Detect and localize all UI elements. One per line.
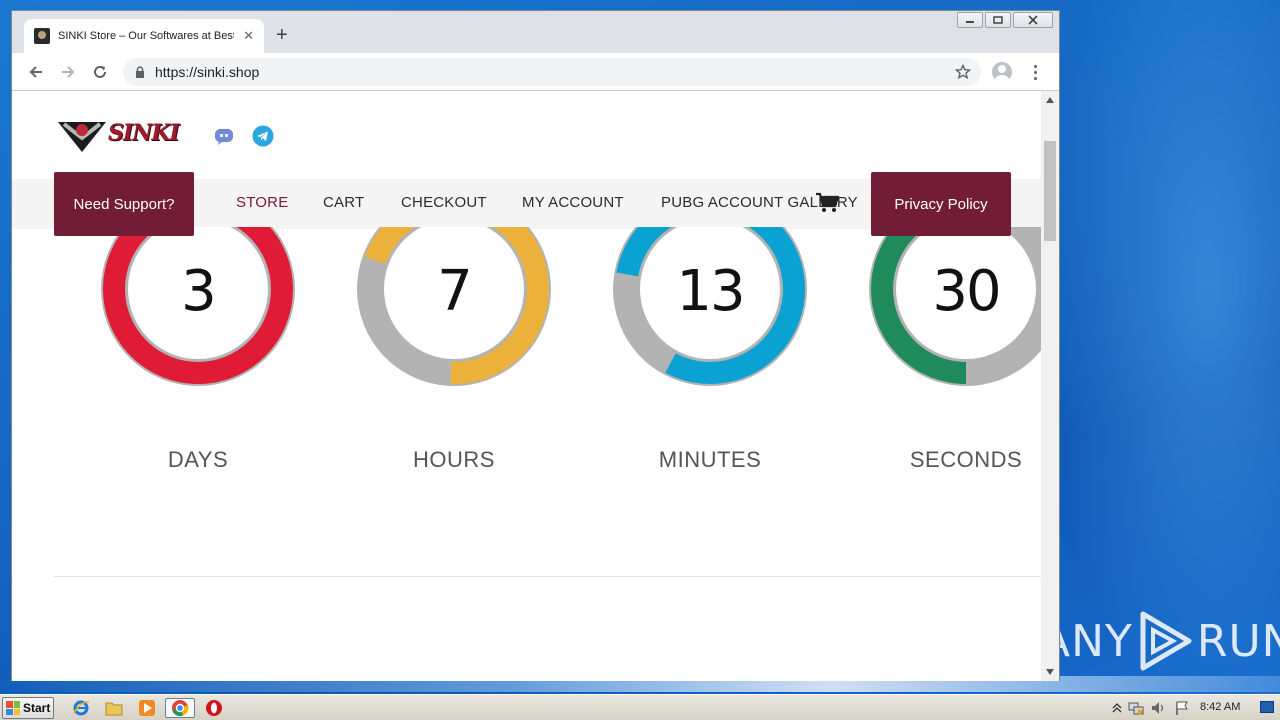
page-scrollbar[interactable] — [1041, 91, 1059, 681]
chrome-taskbar-icon[interactable] — [165, 698, 195, 718]
countdown-minutes-label: MINUTES — [658, 447, 762, 472]
forward-icon[interactable] — [58, 62, 78, 82]
nav-checkout[interactable]: CHECKOUT — [401, 194, 487, 211]
section-divider — [54, 576, 1041, 577]
discord-icon[interactable] — [213, 125, 235, 147]
minimize-button[interactable] — [957, 12, 983, 28]
show-desktop-icon[interactable] — [1260, 701, 1274, 713]
countdown-seconds-value: 30 — [932, 259, 1001, 324]
tab-title: SINKI Store – Our Softwares at Best — [58, 30, 234, 42]
countdown-minutes-value: 13 — [676, 259, 745, 324]
lock-icon — [136, 66, 144, 78]
anyrun-watermark: ANY RUN — [1040, 606, 1280, 676]
watermark-text-right: RUN — [1196, 615, 1280, 667]
watermark-play-icon — [1140, 611, 1192, 671]
tab-close-icon[interactable]: ✕ — [243, 28, 254, 44]
scroll-thumb[interactable] — [1044, 141, 1056, 241]
browser-tab[interactable]: SINKI Store – Our Softwares at Best ✕ — [24, 19, 264, 53]
volume-icon[interactable] — [1150, 700, 1166, 716]
site-favicon-icon — [34, 28, 50, 44]
countdown-days: 3 — [98, 227, 298, 387]
countdown-hours: 7 — [354, 227, 554, 387]
scroll-down-icon[interactable] — [1046, 669, 1054, 675]
bookmark-star-icon[interactable] — [955, 64, 971, 80]
system-tray: 8:42 AM — [1104, 695, 1280, 720]
start-label: Start — [23, 701, 51, 715]
taskbar: Start 8:42 AM — [0, 694, 1280, 720]
browser-window: SINKI Store – Our Softwares at Best ✕ + … — [11, 10, 1060, 681]
nav-my-account[interactable]: MY ACCOUNT — [522, 194, 624, 211]
address-bar[interactable]: https://sinki.shop — [123, 58, 981, 86]
network-icon[interactable] — [1128, 700, 1144, 716]
profile-avatar-icon[interactable] — [992, 62, 1012, 82]
countdown-seconds: 30 — [866, 227, 1041, 387]
media-player-icon[interactable] — [136, 698, 158, 718]
tray-expand-icon[interactable] — [1112, 702, 1122, 714]
url-text: https://sinki.shop — [155, 64, 260, 80]
logo-text: SINKI — [108, 120, 180, 146]
new-tab-icon[interactable]: + — [276, 25, 288, 45]
action-center-flag-icon[interactable] — [1174, 700, 1190, 716]
privacy-policy-button[interactable]: Privacy Policy — [871, 172, 1011, 236]
countdown-hours-label: HOURS — [413, 447, 495, 472]
browser-toolbar: https://sinki.shop — [12, 53, 1059, 91]
close-window-button[interactable] — [1013, 12, 1053, 28]
file-explorer-icon[interactable] — [103, 698, 125, 718]
site-logo[interactable]: SINKI — [56, 116, 180, 154]
opera-icon[interactable] — [203, 698, 225, 718]
windows-logo-icon — [6, 701, 20, 715]
logo-emblem-icon — [58, 122, 106, 152]
window-controls — [957, 12, 1053, 28]
internet-explorer-icon[interactable] — [70, 698, 92, 718]
browser-menu-icon[interactable] — [1027, 62, 1043, 82]
countdown-days-value: 3 — [181, 259, 217, 324]
reload-icon[interactable] — [90, 62, 110, 82]
countdown-seconds-label: SECONDS — [909, 447, 1023, 472]
nav-cart[interactable]: CART — [323, 194, 364, 211]
countdown-days-label: DAYS — [167, 447, 229, 472]
need-support-button[interactable]: Need Support? — [54, 172, 194, 236]
start-button[interactable]: Start — [2, 697, 54, 719]
taskbar-clock[interactable]: 8:42 AM — [1200, 701, 1240, 713]
page-viewport: SINKI 3 7 13 30 Need Support? STORE CART… — [12, 91, 1041, 681]
scroll-up-icon[interactable] — [1046, 97, 1054, 103]
restore-button[interactable] — [985, 12, 1011, 28]
cart-icon[interactable] — [815, 192, 839, 214]
nav-store[interactable]: STORE — [236, 194, 288, 211]
back-icon[interactable] — [26, 62, 46, 82]
countdown-minutes: 13 — [610, 227, 810, 387]
countdown-hours-value: 7 — [437, 259, 473, 324]
telegram-icon[interactable] — [252, 125, 274, 147]
